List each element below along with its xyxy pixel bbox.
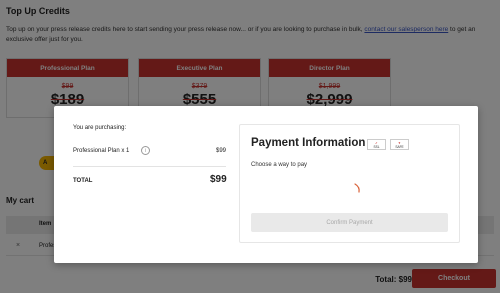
shield-badge-icon: ♥ SAFE [390,139,409,150]
payment-panel: Payment Information ✓ SSL ♥ SAFE Choose a … [239,124,460,243]
order-item-price: $99 [216,148,227,154]
payment-title: Payment Information [251,137,366,149]
secure-badge-icon: ✓ SSL [367,139,386,150]
info-icon[interactable]: i [141,146,150,155]
confirm-payment-button[interactable]: Confirm Payment [251,213,448,232]
order-item-name: Professional Plan x 1 [73,148,130,154]
divider [73,166,226,167]
payment-modal: You are purchasing: Professional Plan x … [54,106,478,263]
order-total-label: TOTAL [73,178,93,184]
purchasing-label: You are purchasing: [73,125,127,131]
loading-spinner-icon [354,183,360,193]
choose-payment-label: Choose a way to pay [251,162,308,168]
order-total-value: $99 [210,174,227,185]
page: Top Up Credits Top up on your press rele… [0,0,500,293]
